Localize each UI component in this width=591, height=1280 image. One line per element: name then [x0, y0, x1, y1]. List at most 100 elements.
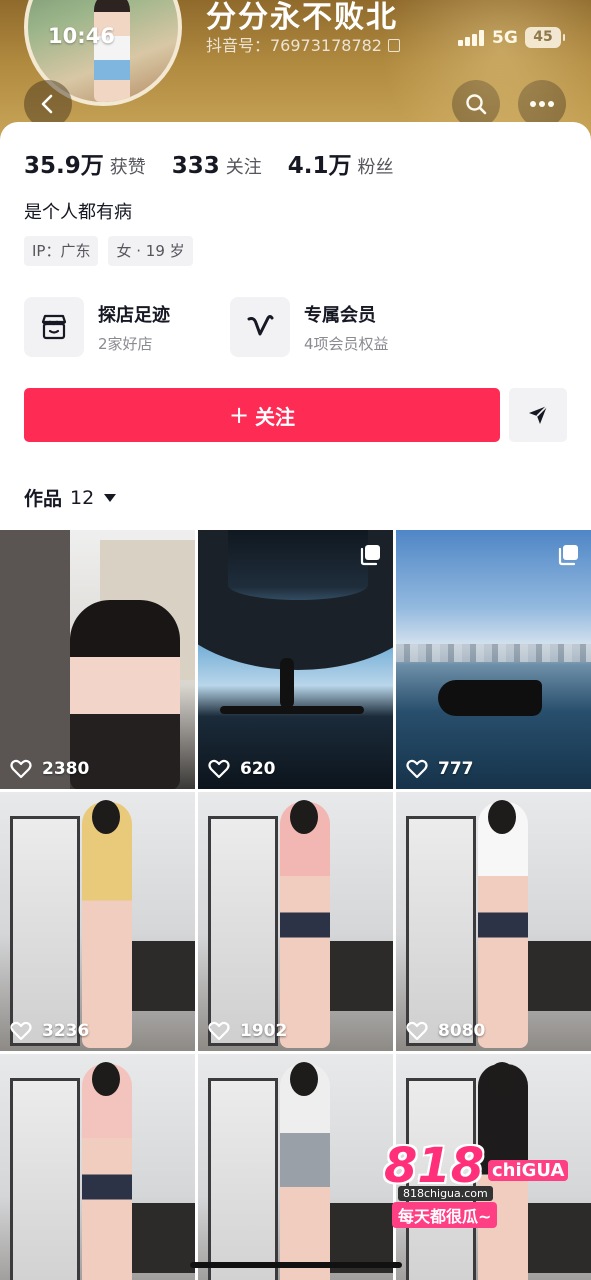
scene-decor [406, 816, 476, 1046]
feature-title: 探店足迹 [98, 304, 170, 326]
stat-following[interactable]: 333 关注 [172, 153, 262, 179]
like-count: 1902 [240, 1021, 288, 1041]
signal-icon [458, 30, 486, 46]
stat-label: 粉丝 [357, 157, 394, 178]
like-count: 2380 [42, 759, 90, 779]
vip-v-icon [230, 297, 290, 357]
search-icon [466, 94, 487, 115]
stat-value: 4.1万 [287, 153, 352, 179]
like-count-row: 620 [208, 759, 276, 779]
scene-figure [82, 802, 132, 1048]
profile-header: 10:46 分分永不败北 抖音号：76973178782 5G 45 [0, 0, 591, 140]
copy-icon[interactable] [387, 39, 400, 52]
status-time: 10:46 [48, 24, 115, 48]
scene-figure [280, 1064, 330, 1280]
scene-figure [280, 658, 294, 708]
scene-decor [0, 530, 70, 789]
scene-figure [478, 802, 528, 1048]
scene-figure [488, 1062, 516, 1096]
watermark-url: 818chigua.com [398, 1186, 493, 1201]
stat-label: 关注 [225, 157, 262, 178]
scene-figure [92, 800, 120, 834]
feature-subtitle: 4项会员权益 [304, 334, 389, 353]
like-count-row: 1902 [208, 1021, 287, 1041]
like-count: 3236 [42, 1021, 90, 1041]
heart-icon [10, 1021, 32, 1041]
shop-icon [24, 297, 84, 357]
home-indicator[interactable] [190, 1262, 402, 1268]
scene-decor [208, 1078, 278, 1280]
scene-figure [290, 800, 318, 834]
scene-decor [396, 644, 591, 662]
like-count-row: 2380 [10, 759, 89, 779]
work-tile[interactable]: 777 [396, 530, 591, 789]
watermark-slogan: 每天都很瓜~ [392, 1202, 498, 1228]
douyin-id: 抖音号：76973178782 [206, 36, 382, 55]
profile-stats: 35.9万 获赞 333 关注 4.1万 粉丝 [24, 146, 420, 180]
heart-icon [208, 759, 230, 779]
feature-subtitle: 2家好店 [98, 334, 153, 353]
plus-icon: + [228, 401, 250, 429]
feature-membership[interactable]: 专属会员 4项会员权益 [230, 296, 389, 358]
profile-tags: IP：广东 女 · 19 岁 [24, 236, 203, 266]
works-count: 12 [70, 486, 95, 509]
share-button[interactable] [509, 388, 567, 442]
caret-down-icon [104, 493, 117, 502]
network-type: 5G [492, 28, 518, 48]
like-count-row: 3236 [10, 1021, 89, 1041]
heart-icon [208, 1021, 230, 1041]
avatar-figure [94, 0, 130, 102]
scene-decor [220, 706, 364, 714]
follow-button[interactable]: + 关注 [24, 388, 500, 442]
scene-decor [10, 816, 80, 1046]
work-tile[interactable]: 8080 [396, 792, 591, 1051]
like-count: 8080 [438, 1021, 486, 1041]
bio: 是个人都有病 [24, 202, 132, 223]
chevron-left-icon [41, 94, 53, 114]
ip-tag: IP：广东 [24, 236, 99, 266]
scene-figure [82, 1064, 132, 1280]
nickname: 分分永不败北 [206, 0, 398, 35]
like-count: 620 [240, 759, 276, 779]
scene-figure [92, 1062, 120, 1096]
scene-figure [438, 680, 542, 716]
multi-image-icon [558, 545, 578, 566]
multi-image-icon [360, 545, 380, 566]
stat-likes: 35.9万 获赞 [24, 146, 146, 180]
search-button[interactable] [452, 80, 500, 128]
work-tile[interactable]: 620 [198, 530, 393, 789]
follow-label: 关注 [255, 404, 296, 429]
scene-figure [488, 800, 516, 834]
scene-figure [290, 1062, 318, 1096]
heart-icon [406, 759, 428, 779]
scene-figure [280, 802, 330, 1048]
battery-icon: 45 [525, 27, 565, 48]
work-tile[interactable]: 1902 [198, 792, 393, 1051]
stat-label: 获赞 [109, 157, 146, 178]
back-button[interactable] [24, 80, 72, 128]
works-label: 作品 [24, 488, 63, 510]
send-icon [529, 405, 548, 424]
gender-age-tag: 女 · 19 岁 [108, 236, 193, 266]
works-tab[interactable]: 作品 12 [24, 484, 117, 511]
stat-followers[interactable]: 4.1万 粉丝 [288, 146, 394, 180]
like-count-row: 777 [406, 759, 474, 779]
watermark-brand: chiGUA [488, 1160, 569, 1181]
stat-value: 35.9万 [24, 153, 104, 179]
heart-icon [406, 1021, 428, 1041]
work-tile[interactable] [0, 1054, 195, 1280]
watermark-badge: 818 chiGUA 818chigua.com 每天都很瓜~ [384, 1142, 574, 1240]
work-tile[interactable]: 3236 [0, 792, 195, 1051]
scene-decor [208, 816, 278, 1046]
feature-shop-visits[interactable]: 探店足迹 2家好店 [24, 296, 170, 358]
work-tile[interactable]: 2380 [0, 530, 195, 789]
work-tile[interactable] [198, 1054, 393, 1280]
stat-value: 333 [171, 153, 220, 179]
feature-title: 专属会员 [304, 304, 376, 326]
heart-icon [10, 759, 32, 779]
like-count: 777 [438, 759, 474, 779]
more-dots-icon [530, 101, 554, 107]
like-count-row: 8080 [406, 1021, 485, 1041]
douyin-id-row[interactable]: 抖音号：76973178782 [206, 32, 400, 56]
more-button[interactable] [518, 80, 566, 128]
